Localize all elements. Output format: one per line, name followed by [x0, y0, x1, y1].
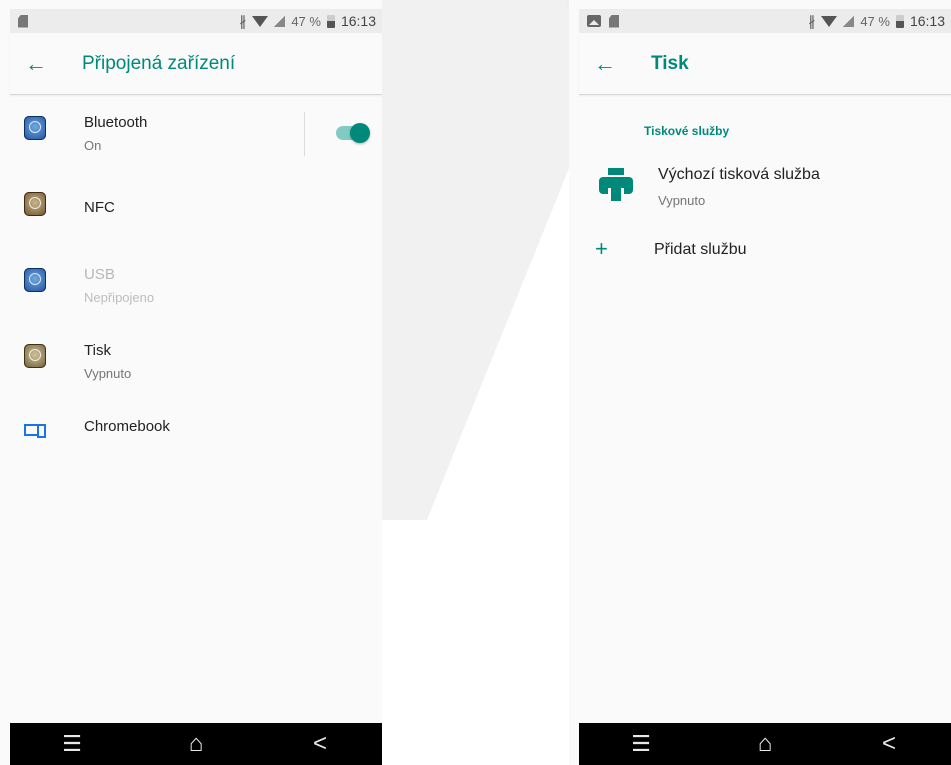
sim-card-icon — [609, 14, 619, 28]
battery-percent: 47 % — [860, 13, 890, 29]
status-time: 16:13 — [909, 13, 945, 29]
list-item-title: NFC — [84, 199, 115, 216]
image-notification-icon — [587, 15, 601, 27]
battery-percent: 47 % — [291, 13, 321, 29]
phone-screen-connected-devices: ∦ 47 % 16:13 ← Připojená zařízení Blueto… — [0, 0, 382, 765]
no-signal-icon — [274, 15, 286, 27]
nfc-icon — [24, 192, 46, 216]
back-icon[interactable]: < — [290, 723, 350, 765]
bluetooth-status-icon: ∦ — [239, 12, 247, 29]
battery-icon — [895, 14, 904, 28]
sim-card-icon — [18, 14, 28, 28]
app-bar: ← Tisk — [579, 33, 951, 95]
status-bar: ∦ 47 % 16:13 — [10, 9, 382, 33]
list-item-bluetooth[interactable]: Bluetooth On — [10, 96, 382, 172]
phone-screen-print: ∦ 47 % 16:13 ← Tisk Tiskové služby Výcho… — [569, 0, 951, 765]
status-bar: ∦ 47 % 16:13 — [579, 9, 951, 33]
plus-icon: + — [595, 236, 608, 261]
list-item-subtitle: On — [84, 138, 102, 153]
section-header: Tiskové služby — [644, 124, 730, 138]
toggle-thumb[interactable] — [350, 123, 370, 143]
app-bar: ← Připojená zařízení — [10, 33, 382, 95]
wifi-icon — [821, 15, 838, 27]
usb-icon — [24, 268, 46, 292]
list-item-nfc[interactable]: NFC — [10, 172, 382, 248]
no-signal-icon — [843, 15, 855, 27]
home-icon[interactable]: ⌂ — [735, 723, 795, 765]
menu-icon[interactable]: ☰ — [611, 723, 671, 765]
back-arrow-icon[interactable]: ← — [579, 51, 631, 77]
status-time: 16:13 — [340, 13, 376, 29]
list-item-default-print-service[interactable]: Výchozí tisková služba Vypnuto — [579, 160, 949, 220]
list-item-title: Bluetooth — [84, 114, 148, 131]
printer-icon — [599, 168, 633, 204]
back-icon[interactable]: < — [859, 723, 919, 765]
battery-icon — [326, 14, 335, 28]
connected-devices-list: Bluetooth On NFC USB Nepřipojeno Tisk Vy… — [10, 96, 382, 476]
vertical-divider — [304, 112, 305, 156]
list-item-title: Chromebook — [84, 418, 170, 435]
list-item-title: Tisk — [84, 342, 111, 359]
navigation-bar: ☰ ⌂ < — [10, 723, 382, 765]
add-service-button[interactable]: + Přidat službu — [579, 236, 949, 268]
list-item-title: USB — [84, 266, 115, 283]
menu-icon[interactable]: ☰ — [42, 723, 102, 765]
wifi-icon — [252, 15, 269, 27]
add-service-label: Přidat službu — [654, 241, 747, 258]
page-title: Tisk — [651, 52, 689, 74]
list-item-subtitle: Vypnuto — [84, 366, 132, 381]
list-item-subtitle: Nepřipojeno — [84, 290, 155, 305]
list-item-usb[interactable]: USB Nepřipojeno — [10, 248, 382, 324]
home-icon[interactable]: ⌂ — [166, 723, 226, 765]
navigation-bar: ☰ ⌂ < — [579, 723, 951, 765]
bluetooth-status-icon: ∦ — [808, 12, 816, 29]
print-icon — [24, 344, 46, 368]
service-title: Výchozí tisková služba — [658, 166, 820, 183]
back-arrow-icon[interactable]: ← — [10, 51, 62, 77]
chromebook-icon — [24, 424, 46, 438]
page-title: Připojená zařízení — [82, 52, 236, 74]
list-item-print[interactable]: Tisk Vypnuto — [10, 324, 382, 400]
service-subtitle: Vypnuto — [658, 193, 706, 208]
bluetooth-icon — [24, 116, 46, 140]
list-item-chromebook[interactable]: Chromebook — [10, 400, 382, 476]
